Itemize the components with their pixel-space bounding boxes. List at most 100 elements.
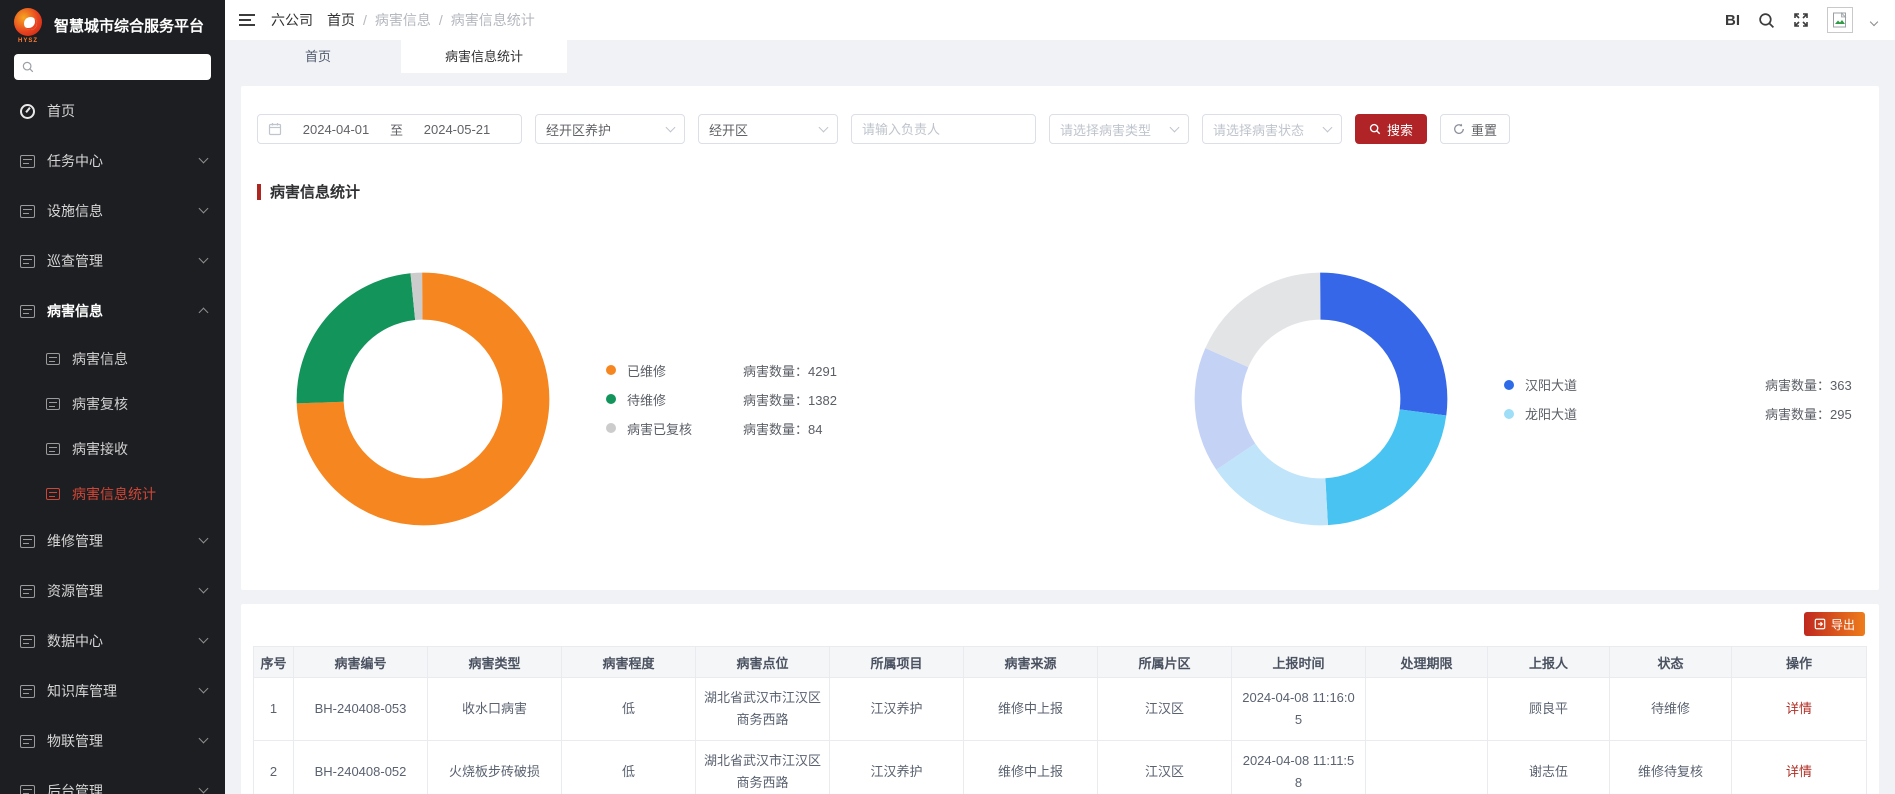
- owner-input[interactable]: [851, 114, 1036, 144]
- col-header: 病害编号: [294, 647, 428, 678]
- sidebar-item-admin-mgmt[interactable]: 后台管理: [0, 766, 225, 794]
- chevron-down-icon: [199, 584, 209, 594]
- sidebar-menu: 首页 任务中心 设施信息 巡查管理 病害信息: [0, 86, 225, 794]
- chevron-up-icon: [199, 308, 209, 318]
- table-card: 导出 序号 病害编号 病害类型 病害程度: [241, 604, 1879, 794]
- company-label: 六公司: [271, 10, 313, 30]
- sidebar-subitem-disease-receive[interactable]: 病害接收: [0, 426, 225, 471]
- sidebar-subitem-disease-stats[interactable]: 病害信息统计: [0, 471, 225, 516]
- sidebar-item-label: 维修管理: [47, 531, 103, 551]
- table-cell: 江汉区: [1098, 741, 1232, 794]
- reset-button-label: 重置: [1471, 120, 1497, 139]
- legend-item[interactable]: 汉阳大道 病害数量：363: [1504, 370, 1852, 399]
- sidebar-item-task-center[interactable]: 任务中心: [0, 136, 225, 186]
- table-cell: 湖北省武汉市江汉区商务西路: [696, 741, 830, 794]
- chevron-down-icon: [199, 254, 209, 264]
- bi-button[interactable]: BI: [1725, 12, 1740, 29]
- chevron-down-icon: [1170, 123, 1180, 133]
- sidebar-item-facility-info[interactable]: 设施信息: [0, 186, 225, 236]
- date-start-value[interactable]: 2024-04-01: [282, 122, 390, 137]
- menu-collapse-icon[interactable]: [239, 14, 255, 26]
- content: 2024-04-01 至 2024-05-21 经开区养护 经开区 请选择: [225, 73, 1895, 794]
- legend-label: 病害已复核: [627, 419, 743, 438]
- table-header-row: 序号 病害编号 病害类型 病害程度 病害点位 所属项目 病害来源 所属片区 上报…: [254, 647, 1867, 678]
- detail-link[interactable]: 详情: [1786, 701, 1812, 716]
- date-range-picker[interactable]: 2024-04-01 至 2024-05-21: [257, 114, 522, 144]
- legend-value: 病害数量：84: [743, 419, 822, 438]
- legend-item[interactable]: 待维修 病害数量：1382: [606, 385, 837, 414]
- reset-button[interactable]: 重置: [1440, 114, 1510, 144]
- sidebar-search[interactable]: [14, 54, 211, 80]
- panel-icon: [20, 735, 35, 748]
- col-header: 状态: [1610, 647, 1732, 678]
- actions-cell: 详情: [1732, 678, 1867, 741]
- avatar[interactable]: [1827, 7, 1853, 33]
- table-cell: 低: [562, 678, 696, 741]
- disease-type-select[interactable]: 请选择病害类型: [1049, 114, 1189, 144]
- col-header: 病害程度: [562, 647, 696, 678]
- sidebar-item-inspection-mgmt[interactable]: 巡查管理: [0, 236, 225, 286]
- table-cell: 火烧板步砖破损: [428, 741, 562, 794]
- chevron-down-icon: [666, 123, 676, 133]
- sidebar-item-repair-mgmt[interactable]: 维修管理: [0, 516, 225, 566]
- legend-item[interactable]: 龙阳大道 病害数量：295: [1504, 399, 1852, 428]
- sidebar-subitem-disease-info[interactable]: 病害信息: [0, 336, 225, 381]
- filter-bar: 2024-04-01 至 2024-05-21 经开区养护 经开区 请选择: [257, 114, 1863, 144]
- sidebar-item-label: 设施信息: [47, 201, 103, 221]
- sidebar-search-input[interactable]: [40, 60, 203, 74]
- tab-disease-stats[interactable]: 病害信息统计: [401, 40, 567, 73]
- legend-label: 龙阳大道: [1525, 404, 1765, 423]
- tab-home[interactable]: 首页: [261, 40, 375, 73]
- col-header: 病害来源: [964, 647, 1098, 678]
- breadcrumb-disease-info[interactable]: 病害信息: [375, 10, 431, 30]
- legend-item[interactable]: 病害已复核 病害数量：84: [606, 414, 837, 443]
- sidebar-item-iot-mgmt[interactable]: 物联管理: [0, 716, 225, 766]
- maintain-unit-select[interactable]: 经开区养护: [535, 114, 685, 144]
- chevron-down-icon: [199, 734, 209, 744]
- sidebar-item-data-center[interactable]: 数据中心: [0, 616, 225, 666]
- disease-type-placeholder: 请选择病害类型: [1060, 120, 1151, 139]
- panel-icon: [20, 155, 35, 168]
- legend-value: 病害数量：295: [1765, 404, 1852, 423]
- chevron-down-icon: [199, 204, 209, 214]
- sidebar-item-label: 病害信息: [47, 301, 103, 321]
- sidebar-item-disease-info[interactable]: 病害信息: [0, 286, 225, 336]
- search-button[interactable]: 搜索: [1355, 114, 1427, 144]
- fullscreen-icon[interactable]: [1793, 12, 1809, 28]
- sidebar-item-label: 首页: [47, 101, 75, 121]
- status-cell: 维修待复核: [1610, 741, 1732, 794]
- export-button[interactable]: 导出: [1804, 612, 1865, 636]
- district-select[interactable]: 经开区: [698, 114, 838, 144]
- sidebar-item-label: 任务中心: [47, 151, 103, 171]
- status-cell: 待维修: [1610, 678, 1732, 741]
- sidebar-item-home[interactable]: 首页: [0, 86, 225, 136]
- detail-link[interactable]: 详情: [1786, 764, 1812, 779]
- caret-down-icon[interactable]: [1870, 18, 1878, 26]
- legend-label: 已维修: [627, 361, 743, 380]
- search-icon[interactable]: [1758, 12, 1775, 29]
- sidebar-item-label: 后台管理: [47, 781, 103, 794]
- sidebar-subitem-disease-review[interactable]: 病害复核: [0, 381, 225, 426]
- panel-icon: [20, 785, 35, 794]
- disease-status-select[interactable]: 请选择病害状态: [1202, 114, 1342, 144]
- legend-value: 病害数量：363: [1765, 375, 1852, 394]
- col-header: 操作: [1732, 647, 1867, 678]
- col-header: 处理期限: [1366, 647, 1488, 678]
- legend-dot-pending: [606, 394, 616, 404]
- breadcrumb-home[interactable]: 首页: [327, 10, 355, 30]
- table-cell: 1: [254, 678, 294, 741]
- breadcrumb-disease-stats: 病害信息统计: [451, 10, 535, 30]
- breadcrumb-separator: /: [439, 12, 443, 28]
- search-button-label: 搜索: [1387, 120, 1413, 139]
- date-end-value[interactable]: 2024-05-21: [403, 122, 511, 137]
- panel-icon: [20, 305, 35, 318]
- sidebar: HYSZ 智慧城市综合服务平台 首页 任务中心 设施信息: [0, 0, 225, 794]
- sidebar-item-resource-mgmt[interactable]: 资源管理: [0, 566, 225, 616]
- road-legend: 汉阳大道 病害数量：363 龙阳大道 病害数量：295: [1504, 370, 1852, 428]
- sidebar-item-knowledge-mgmt[interactable]: 知识库管理: [0, 666, 225, 716]
- legend-item[interactable]: 已维修 病害数量：4291: [606, 356, 837, 385]
- logo: HYSZ 智慧城市综合服务平台: [0, 0, 225, 46]
- table-cell: [1366, 678, 1488, 741]
- table-cell: 江汉养护: [830, 741, 964, 794]
- charts-row: 已维修 病害数量：4291 待维修 病害数量：1382 病害已复核: [257, 272, 1863, 526]
